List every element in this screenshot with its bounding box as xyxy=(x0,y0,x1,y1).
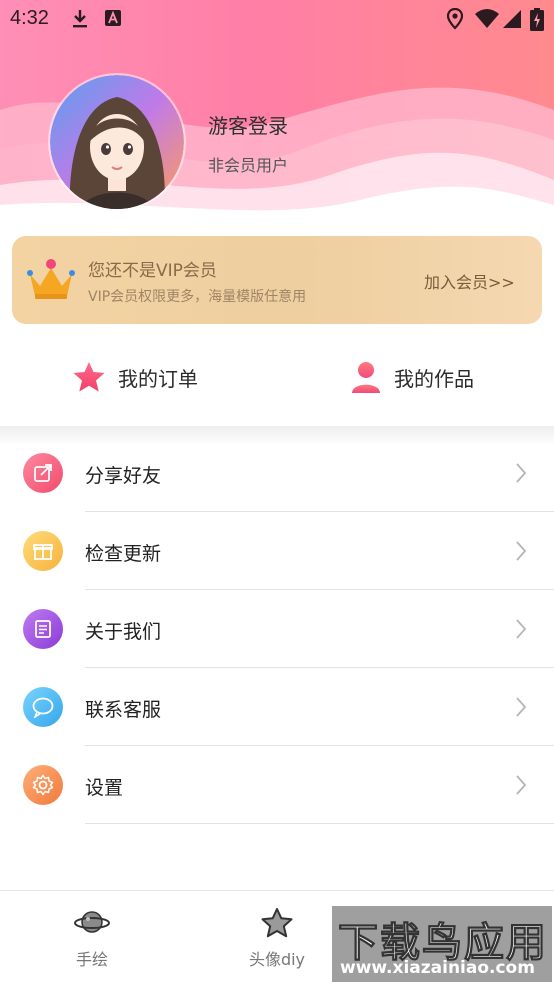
my-works-button[interactable]: 我的作品 xyxy=(350,352,474,402)
menu-item-check-update[interactable]: 检查更新 xyxy=(0,512,554,590)
chevron-right-icon xyxy=(516,541,527,561)
watermark-url: www.xiazainiao.com xyxy=(340,958,535,978)
watermark-logo: 下载鸟应用 www.xiazainiao.com xyxy=(332,906,552,982)
vip-banner[interactable]: 您还不是VIP会员 VIP会员权限更多，海量模版任意用 加入会员>> xyxy=(12,236,542,324)
nav-tab-avatar-diy[interactable]: 头像diy xyxy=(217,891,337,984)
signal-icon xyxy=(503,10,521,28)
menu-label-settings: 设置 xyxy=(85,777,124,799)
download-icon xyxy=(73,10,87,28)
nav-label-avatar-diy: 头像diy xyxy=(248,950,306,969)
status-time: 4:32 xyxy=(10,7,49,29)
menu-label-share: 分享好友 xyxy=(85,465,162,487)
my-orders-label: 我的订单 xyxy=(118,366,198,391)
status-bar: 4:32 xyxy=(0,0,554,38)
vip-description: VIP会员权限更多，海量模版任意用 xyxy=(88,289,307,305)
crown-icon xyxy=(27,259,75,299)
person-icon xyxy=(352,362,380,393)
avatar-illustration xyxy=(50,75,184,209)
vip-title: 您还不是VIP会员 xyxy=(88,261,217,281)
join-vip-link[interactable]: 加入会员>> xyxy=(424,269,515,293)
menu-label-customer-service: 联系客服 xyxy=(85,699,162,721)
chat-icon xyxy=(23,687,63,727)
chevron-right-icon xyxy=(516,775,527,795)
chevron-right-icon xyxy=(516,619,527,639)
battery-charging-icon xyxy=(530,8,544,31)
document-icon xyxy=(23,609,63,649)
menu-label-about-us: 关于我们 xyxy=(85,621,162,643)
chevron-right-icon xyxy=(516,463,527,483)
star-outline-icon xyxy=(261,908,293,938)
menu-label-check-update: 检查更新 xyxy=(85,543,162,565)
my-works-label: 我的作品 xyxy=(394,366,474,391)
menu-item-settings[interactable]: 设置 xyxy=(0,746,554,824)
menu-divider xyxy=(85,823,554,824)
avatar[interactable] xyxy=(50,75,184,209)
nav-label-hand-drawing: 手绘 xyxy=(75,950,108,969)
menu-item-about-us[interactable]: 关于我们 xyxy=(0,590,554,668)
star-icon xyxy=(73,362,105,392)
a-badge-icon xyxy=(105,10,121,26)
gift-icon xyxy=(23,531,63,571)
my-orders-button[interactable]: 我的订单 xyxy=(72,352,198,402)
wifi-icon xyxy=(475,9,499,28)
share-icon xyxy=(23,453,63,493)
membership-status: 非会员用户 xyxy=(208,156,289,175)
location-icon xyxy=(446,8,464,30)
menu-item-customer-service[interactable]: 联系客服 xyxy=(0,668,554,746)
menu-item-share[interactable]: 分享好友 xyxy=(0,434,554,512)
chevron-right-icon xyxy=(516,697,527,717)
login-name[interactable]: 游客登录 xyxy=(208,110,288,139)
gear-icon xyxy=(23,765,63,805)
planet-icon xyxy=(74,911,110,933)
nav-tab-hand-drawing[interactable]: 手绘 xyxy=(32,891,152,984)
